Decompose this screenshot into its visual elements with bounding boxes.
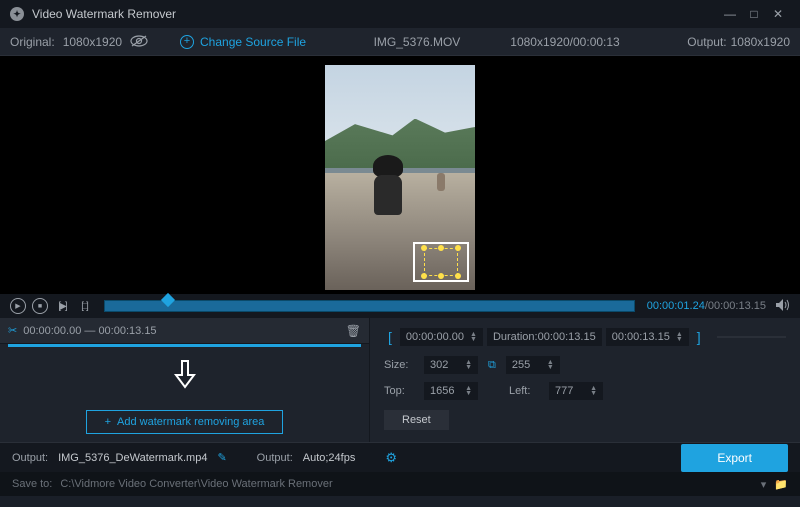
output-settings-icon[interactable]: ⚙	[385, 450, 397, 466]
play-button[interactable]: ▶	[10, 298, 26, 314]
resize-handle[interactable]	[421, 273, 427, 279]
preview-toggle-icon[interactable]	[130, 34, 148, 50]
resize-handle[interactable]	[455, 273, 461, 279]
watermark-selection-box[interactable]	[413, 242, 469, 282]
video-frame	[325, 65, 475, 290]
area-properties-panel: [ 00:00:00.00▲▼ Duration:00:00:13.15 00:…	[370, 318, 800, 442]
current-time: 00:00:01.24	[647, 300, 705, 312]
video-preview[interactable]	[0, 56, 800, 294]
playback-bar: ▶ ■ [▶] [□] 00:00:01.24/00:00:13.15	[0, 294, 800, 318]
height-input[interactable]: 255▲▼	[506, 356, 560, 374]
down-arrow-icon	[174, 359, 196, 392]
end-time-input[interactable]: 00:00:13.15▲▼	[606, 328, 689, 346]
source-filename: IMG_5376.MOV	[374, 35, 461, 49]
width-input[interactable]: 302▲▼	[424, 356, 478, 374]
save-to-label: Save to:	[12, 478, 52, 490]
down-icon: ▼	[676, 337, 683, 342]
duration-display: Duration:00:00:13.15	[487, 328, 602, 346]
change-source-button[interactable]: + Change Source File	[180, 35, 306, 49]
down-icon: ▼	[470, 337, 477, 342]
app-logo-icon: ✦	[10, 7, 24, 21]
resize-handle[interactable]	[438, 245, 444, 251]
scissors-icon: ✂	[8, 324, 17, 337]
top-input[interactable]: 1656▲▼	[424, 382, 478, 400]
left-input[interactable]: 777▲▼	[549, 382, 603, 400]
add-watermark-area-button[interactable]: + Add watermark removing area	[86, 410, 284, 434]
frame-back-button[interactable]: [▶]	[54, 298, 70, 314]
area-time-range: 00:00:00.00 — 00:00:13.15	[23, 325, 346, 337]
original-resolution: 1080x1920	[63, 35, 122, 49]
timeline-scrubber[interactable]	[104, 300, 635, 312]
maximize-button[interactable]: □	[742, 2, 766, 26]
add-area-label: Add watermark removing area	[117, 416, 264, 428]
volume-icon[interactable]	[776, 299, 790, 314]
top-info-bar: Original: 1080x1920 + Change Source File…	[0, 28, 800, 56]
resize-handle[interactable]	[438, 273, 444, 279]
app-title: Video Watermark Remover	[32, 7, 718, 21]
set-end-button[interactable]: ]	[693, 329, 705, 345]
watermark-areas-panel: ✂ 00:00:00.00 — 00:00:13.15 🗑 + Add wate…	[0, 318, 370, 442]
playhead[interactable]	[161, 293, 175, 307]
plus-circle-icon: +	[180, 35, 194, 49]
reset-button[interactable]: Reset	[384, 410, 449, 430]
top-label: Top:	[384, 385, 414, 397]
delete-area-button[interactable]: 🗑	[346, 324, 361, 338]
minimize-button[interactable]: —	[718, 2, 742, 26]
output-settings-row: Output: IMG_5376_DeWatermark.mp4 ✎ Outpu…	[0, 442, 800, 472]
frame-forward-button[interactable]: [□]	[76, 298, 92, 314]
close-button[interactable]: ✕	[766, 2, 790, 26]
output-format: Auto;24fps	[303, 452, 356, 464]
output-label: Output:	[687, 35, 726, 49]
left-label: Left:	[509, 385, 539, 397]
save-path: C:\Vidmore Video Converter\Video Waterma…	[60, 478, 752, 490]
output-format-label: Output:	[257, 452, 293, 464]
aspect-lock-icon[interactable]: ⧉	[488, 359, 496, 372]
total-time: /00:00:13.15	[705, 300, 766, 312]
trim-track[interactable]	[717, 336, 786, 338]
open-folder-icon[interactable]: 📁	[774, 478, 788, 491]
set-start-button[interactable]: [	[384, 329, 396, 345]
titlebar: ✦ Video Watermark Remover — □ ✕	[0, 0, 800, 28]
save-path-row: Save to: C:\Vidmore Video Converter\Vide…	[0, 472, 800, 496]
start-time-input[interactable]: 00:00:00.00▲▼	[400, 328, 483, 346]
output-file-label: Output:	[12, 452, 48, 464]
path-dropdown-icon[interactable]: ▾	[761, 478, 767, 491]
size-label: Size:	[384, 359, 414, 371]
plus-icon: +	[105, 416, 111, 428]
edit-filename-icon[interactable]: ✎	[217, 451, 226, 464]
output-filename: IMG_5376_DeWatermark.mp4	[58, 452, 207, 464]
stop-button[interactable]: ■	[32, 298, 48, 314]
source-res-duration: 1080x1920/00:00:13	[510, 35, 619, 49]
resize-handle[interactable]	[421, 245, 427, 251]
export-button[interactable]: Export	[681, 444, 788, 472]
change-source-label: Change Source File	[200, 35, 306, 49]
resize-handle[interactable]	[455, 245, 461, 251]
output-resolution: 1080x1920	[731, 35, 790, 49]
original-label: Original:	[10, 35, 55, 49]
